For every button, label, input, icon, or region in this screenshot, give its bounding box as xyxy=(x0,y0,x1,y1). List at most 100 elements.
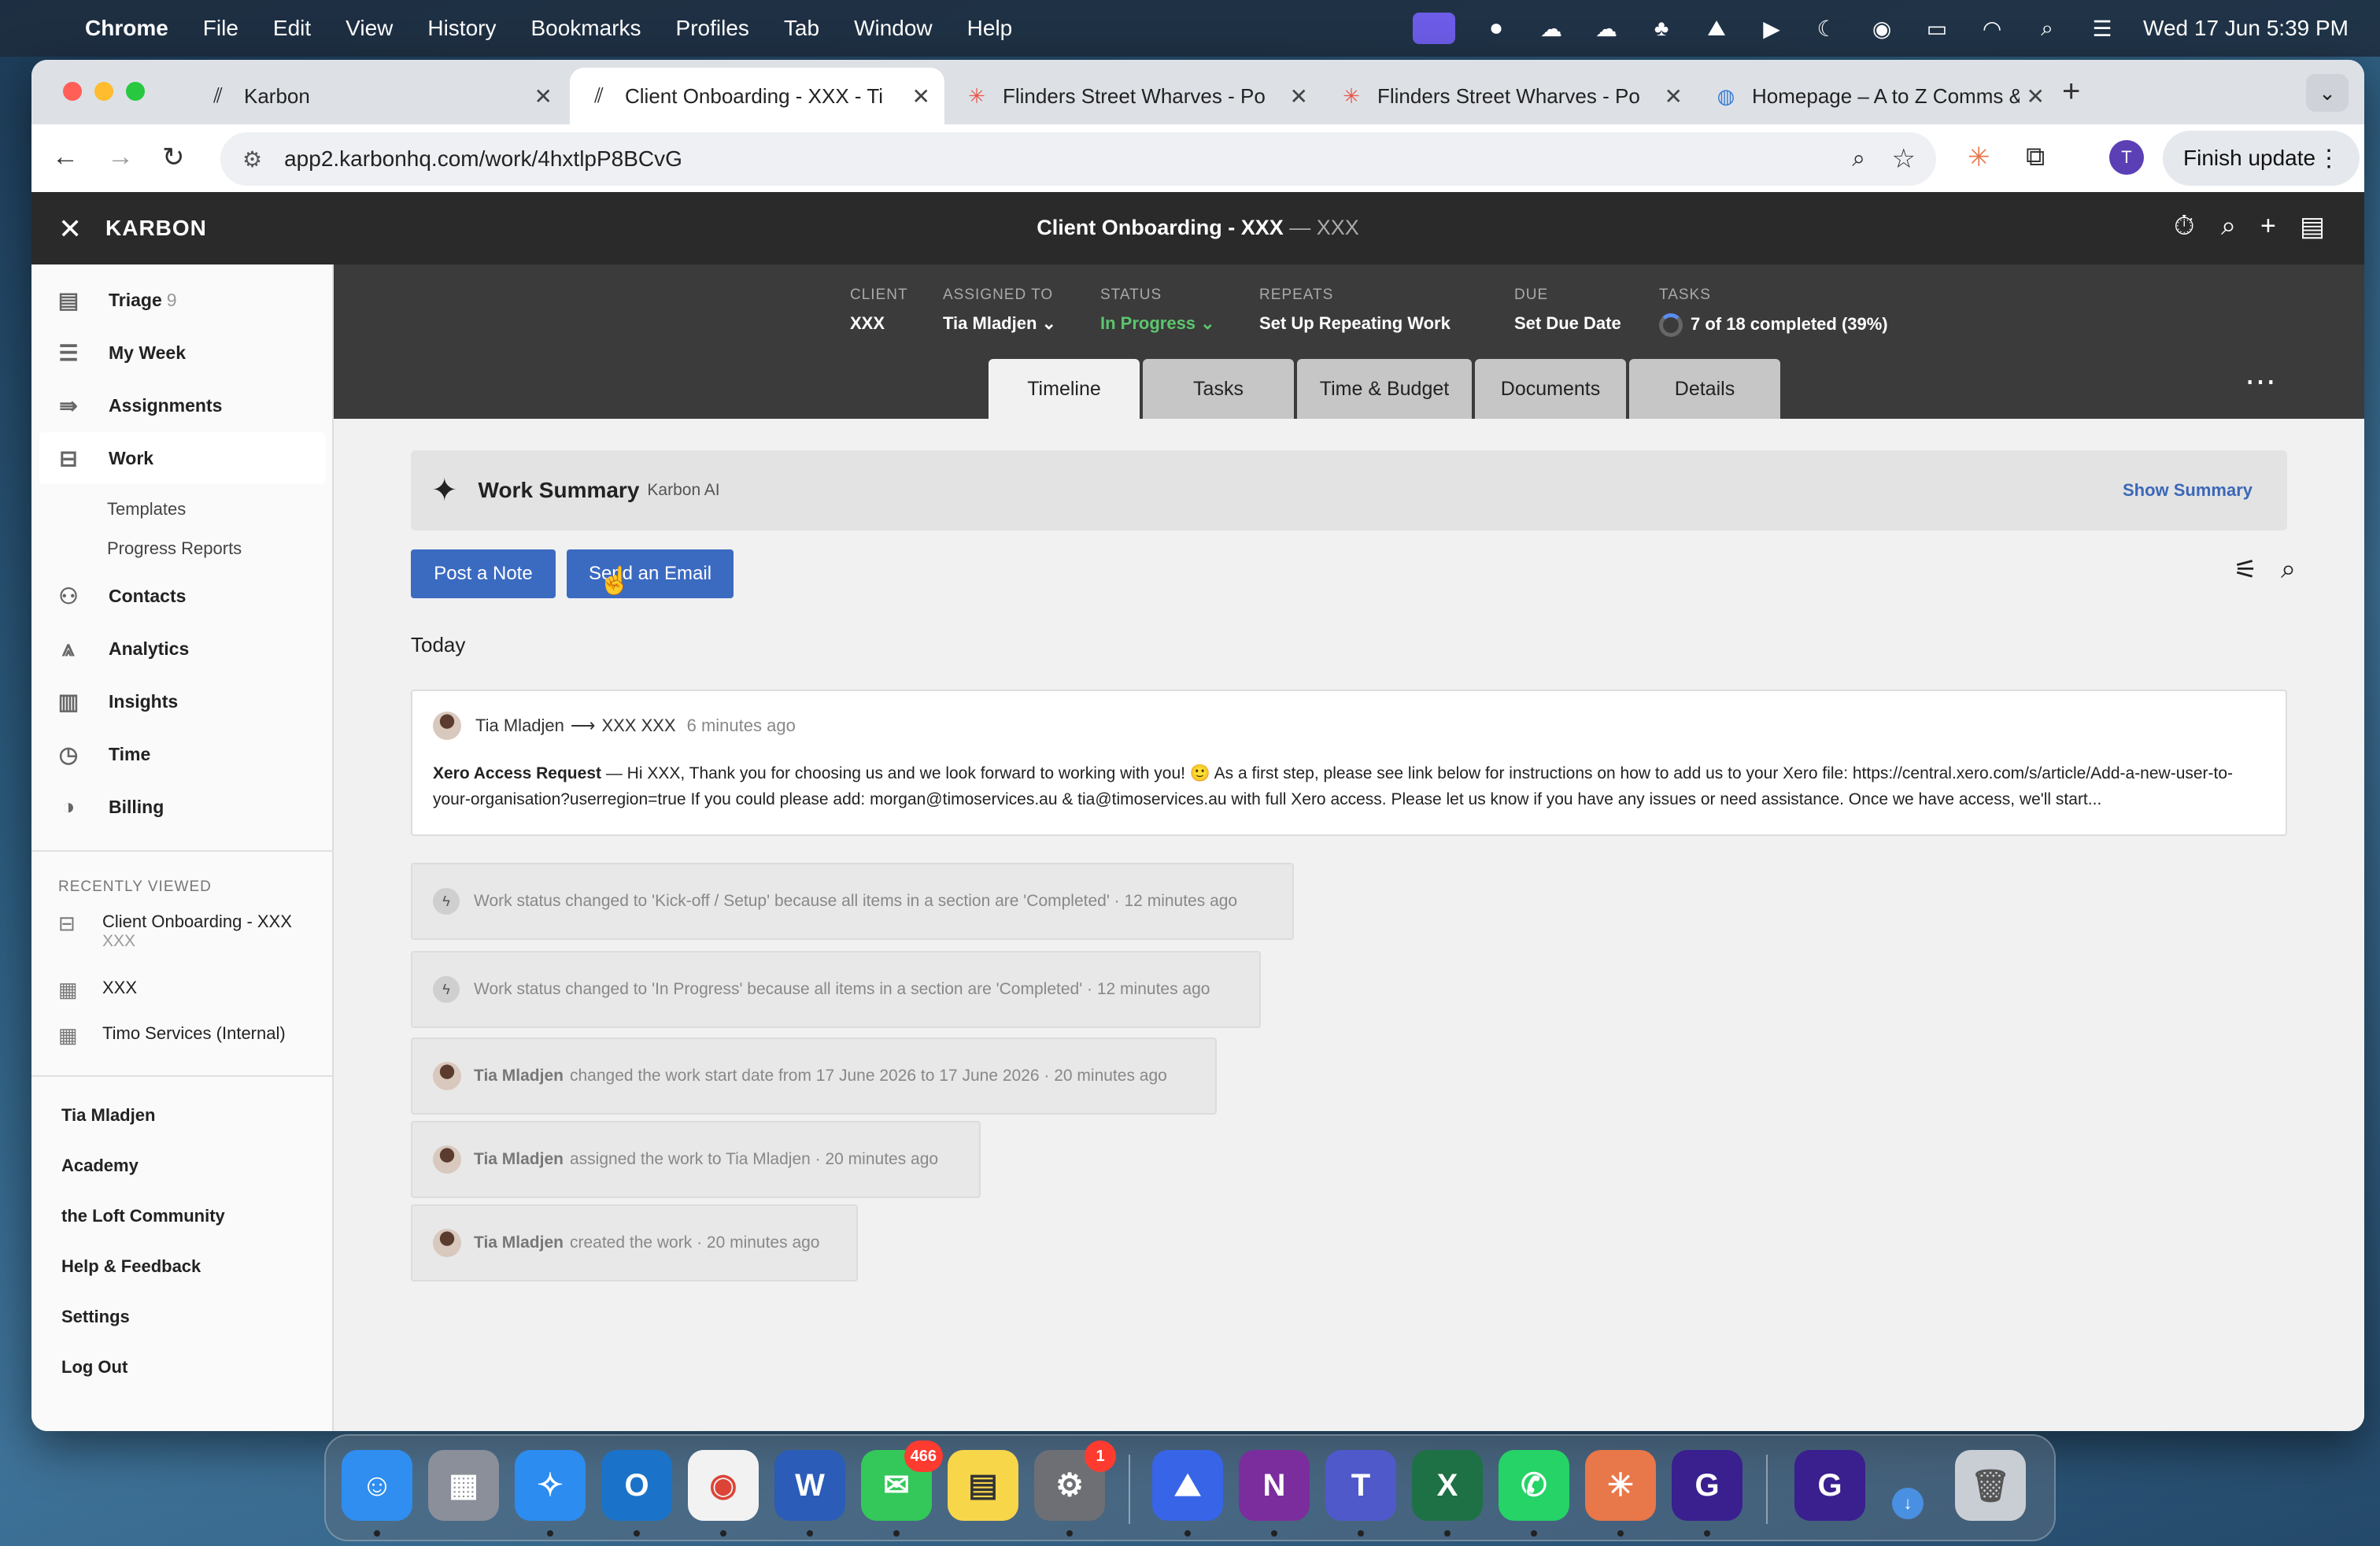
tab-documents[interactable]: Documents xyxy=(1475,359,1626,419)
sidebar-link-settings[interactable]: Settings xyxy=(61,1307,130,1327)
user-icon[interactable]: ◉ xyxy=(1868,14,1896,43)
grammarly-icon[interactable]: G xyxy=(1672,1450,1743,1521)
show-summary-link[interactable]: Show Summary xyxy=(2123,480,2252,501)
sidebar-item-time[interactable]: ◷ Time xyxy=(39,728,326,780)
recent-item[interactable]: ▦ Timo Services (Internal) xyxy=(58,1023,286,1048)
sidebar-link-community[interactable]: the Loft Community xyxy=(61,1206,225,1226)
trash-icon[interactable]: 🗑 xyxy=(1955,1450,2026,1521)
sidebar-link-academy[interactable]: Academy xyxy=(61,1156,139,1176)
site-info-icon[interactable]: ⚙ xyxy=(242,146,262,172)
close-tab-icon[interactable]: ✕ xyxy=(534,83,552,109)
sidebar-subitem-templates[interactable]: Templates xyxy=(107,499,186,520)
browser-tab-flinders-2[interactable]: ✳ Flinders Street Wharves - Po ✕ xyxy=(1322,68,1697,124)
sidebar-link-log-out[interactable]: Log Out xyxy=(61,1357,128,1378)
control-center-icon[interactable]: ☰ xyxy=(2088,14,2116,43)
claude-icon[interactable]: ✳ xyxy=(1585,1450,1656,1521)
finish-update-button[interactable]: Finish update ⋮ xyxy=(2163,131,2360,186)
close-tab-icon[interactable]: ✕ xyxy=(1290,83,1308,109)
claude-extension-icon[interactable]: ✳ xyxy=(1968,142,1990,173)
menu-tab[interactable]: Tab xyxy=(784,16,819,41)
menu-profiles[interactable]: Profiles xyxy=(676,16,749,41)
extensions-icon[interactable]: ⧉ xyxy=(2026,142,2045,172)
nordvpn-icon[interactable]: ⛰ xyxy=(1702,14,1731,43)
spotlight-search-icon[interactable]: ⌕ xyxy=(2033,14,2061,43)
repeats-link[interactable]: Set Up Repeating Work xyxy=(1259,313,1451,334)
forward-icon[interactable]: → xyxy=(107,142,134,172)
teams-status-icon[interactable]: ♣ xyxy=(1647,14,1676,43)
reload-icon[interactable]: ↻ xyxy=(162,142,185,173)
due-date-link[interactable]: Set Due Date xyxy=(1514,313,1621,334)
record-icon[interactable]: ⏺ xyxy=(1482,14,1510,43)
browser-tab-flinders-1[interactable]: ✳ Flinders Street Wharves - Po ✕ xyxy=(948,68,1322,124)
sidebar-item-contacts[interactable]: ⚇ Contacts xyxy=(39,570,326,622)
profile-avatar[interactable]: T xyxy=(2109,140,2144,175)
address-bar[interactable]: ⚙ app2.karbonhq.com/work/4hxtlpP8BCvG ⌕ … xyxy=(220,132,1936,186)
wifi-icon[interactable]: ◠ xyxy=(1978,14,2006,43)
launchpad-icon[interactable]: ▦ xyxy=(428,1450,499,1521)
client-value[interactable]: XXX xyxy=(850,313,908,334)
whatsapp-icon[interactable]: ✆ xyxy=(1499,1450,1569,1521)
menu-bookmarks[interactable]: Bookmarks xyxy=(530,16,641,41)
menu-window[interactable]: Window xyxy=(854,16,933,41)
excel-icon[interactable]: X xyxy=(1412,1450,1483,1521)
chrome-icon[interactable]: ◉ xyxy=(688,1450,759,1521)
menu-app-name[interactable]: Chrome xyxy=(85,16,168,41)
close-tab-icon[interactable]: ✕ xyxy=(2027,83,2045,109)
onedrive-icon[interactable]: ☁ xyxy=(1592,14,1621,43)
new-tab-icon[interactable]: + xyxy=(2062,74,2080,109)
back-icon[interactable]: ← xyxy=(52,142,79,172)
menu-history[interactable]: History xyxy=(427,16,496,41)
sidebar-item-my-week[interactable]: ☰ My Week xyxy=(39,327,326,379)
recent-item[interactable]: ▦ XXX xyxy=(58,978,137,1002)
browser-tab-client-onboarding[interactable]: ⫽ Client Onboarding - XXX - Ti ✕ xyxy=(570,68,944,124)
menubar-clock[interactable]: Wed 17 Jun 5:39 PM xyxy=(2143,16,2349,41)
sidebar-item-assignments[interactable]: ⇛ Assignments xyxy=(39,379,326,431)
search-icon[interactable]: ⌕ xyxy=(2281,554,2296,585)
url-text[interactable]: app2.karbonhq.com/work/4hxtlpP8BCvG xyxy=(284,146,682,172)
assigned-to-dropdown[interactable]: Tia Mladjen ⌄ xyxy=(943,313,1056,334)
finder-icon[interactable]: ☺ xyxy=(342,1450,412,1521)
filter-icon[interactable]: ⚟ xyxy=(2234,554,2257,586)
browser-tab-karbon[interactable]: ⫽ Karbon ✕ xyxy=(189,68,567,124)
tab-timeline[interactable]: Timeline xyxy=(989,359,1140,419)
close-tab-icon[interactable]: ✕ xyxy=(1665,83,1683,109)
grammarly-folder-icon[interactable]: G xyxy=(1794,1450,1865,1521)
messages-icon[interactable]: ✉ 466 xyxy=(861,1441,943,1521)
menu-edit[interactable]: Edit xyxy=(273,16,311,41)
minimize-window-button[interactable] xyxy=(94,82,113,101)
sidebar-link-profile[interactable]: Tia Mladjen xyxy=(61,1105,155,1126)
email-note-card[interactable]: Tia Mladjen ⟶ XXX XXX 6 minutes ago Xero… xyxy=(411,690,2287,836)
add-icon[interactable]: + xyxy=(2260,211,2276,242)
moon-icon[interactable]: ☾ xyxy=(1813,14,1841,43)
sidebar-item-work[interactable]: ⊟ Work xyxy=(39,432,326,484)
tab-tasks[interactable]: Tasks xyxy=(1143,359,1294,419)
onenote-icon[interactable]: N xyxy=(1239,1450,1310,1521)
menu-help[interactable]: Help xyxy=(967,16,1013,41)
tab-details[interactable]: Details xyxy=(1629,359,1780,419)
bookmark-star-icon[interactable]: ☆ xyxy=(1892,143,1916,175)
word-icon[interactable]: W xyxy=(774,1450,845,1521)
downloads-stack-icon[interactable]: ↓ xyxy=(1892,1488,1924,1519)
menu-file[interactable]: File xyxy=(203,16,238,41)
browser-tab-homepage[interactable]: ◍ Homepage – A to Z Comms & ✕ xyxy=(1697,68,2059,124)
tab-search-icon[interactable]: ⌄ xyxy=(2306,74,2349,112)
more-options-icon[interactable]: ⋯ xyxy=(2245,364,2276,400)
zoom-window-button[interactable] xyxy=(126,82,145,101)
close-tab-icon[interactable]: ✕ xyxy=(912,83,930,109)
system-settings-icon[interactable]: ⚙ 1 xyxy=(1034,1441,1116,1521)
sidebar-item-billing[interactable]: ◑ Billing xyxy=(39,781,326,833)
recent-item[interactable]: ⊟ Client Onboarding - XXX XXX xyxy=(58,912,292,951)
battery-icon[interactable]: ▭ xyxy=(1923,14,1951,43)
nordvpn-icon[interactable]: ⛰ xyxy=(1152,1450,1223,1521)
creative-cloud-icon[interactable]: ☁ xyxy=(1537,14,1565,43)
sidebar-subitem-progress-reports[interactable]: Progress Reports xyxy=(107,538,242,559)
tasks-progress[interactable]: 7 of 18 completed (39%) xyxy=(1659,313,1888,337)
status-dropdown[interactable]: In Progress ⌄ xyxy=(1100,313,1215,334)
screen-share-icon[interactable] xyxy=(1413,13,1456,44)
notes-icon[interactable]: ▤ xyxy=(948,1450,1018,1521)
teams-icon[interactable]: T xyxy=(1325,1450,1396,1521)
search-icon[interactable]: ⌕ xyxy=(2221,211,2236,242)
notes-icon[interactable]: ▤ xyxy=(2300,211,2325,242)
sidebar-item-triage[interactable]: ▤ Triage 9 xyxy=(39,274,326,326)
post-note-button[interactable]: Post a Note xyxy=(411,549,556,598)
